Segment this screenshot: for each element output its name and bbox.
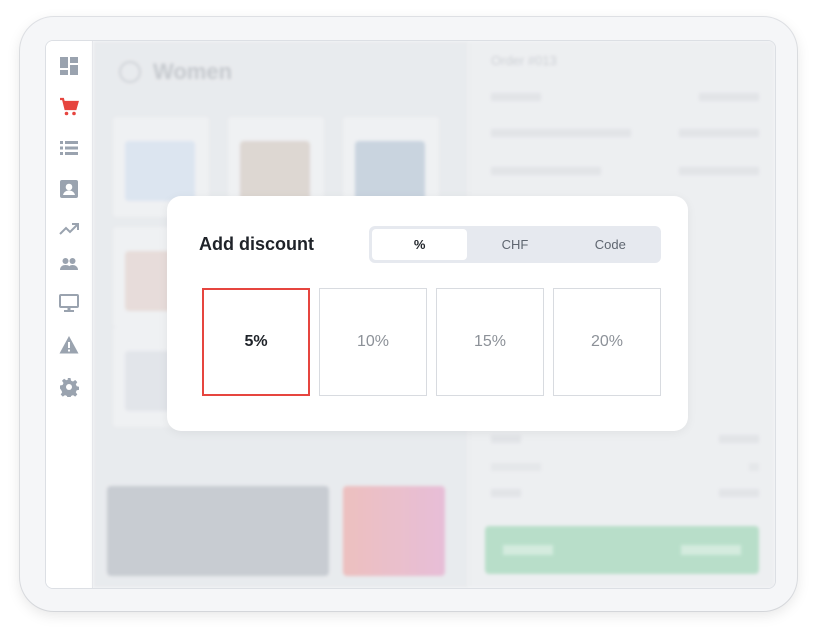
cart-icon[interactable]: [58, 96, 80, 118]
tab-chf[interactable]: CHF: [467, 229, 562, 260]
discount-option-20[interactable]: 20%: [553, 288, 661, 396]
warning-icon[interactable]: [58, 334, 80, 356]
dashboard-icon[interactable]: [58, 55, 80, 77]
sidebar: [46, 41, 93, 588]
discount-option-5[interactable]: 5%: [202, 288, 310, 396]
discount-options: 5% 10% 15% 20%: [202, 288, 661, 396]
list-icon[interactable]: [58, 137, 80, 159]
gear-icon[interactable]: [58, 376, 80, 398]
tab-percent[interactable]: %: [372, 229, 468, 260]
trending-up-icon[interactable]: [58, 218, 80, 240]
discount-option-15[interactable]: 15%: [436, 288, 544, 396]
monitor-icon[interactable]: [58, 292, 80, 314]
discount-type-tabs: % CHF Code: [369, 226, 661, 263]
discount-modal: Add discount % CHF Code 5% 10% 15% 20%: [167, 196, 688, 431]
modal-title: Add discount: [199, 234, 314, 254]
discount-option-10[interactable]: 10%: [319, 288, 427, 396]
contact-card-icon[interactable]: [58, 178, 80, 200]
people-icon[interactable]: [58, 253, 80, 275]
tab-code[interactable]: Code: [563, 229, 658, 260]
